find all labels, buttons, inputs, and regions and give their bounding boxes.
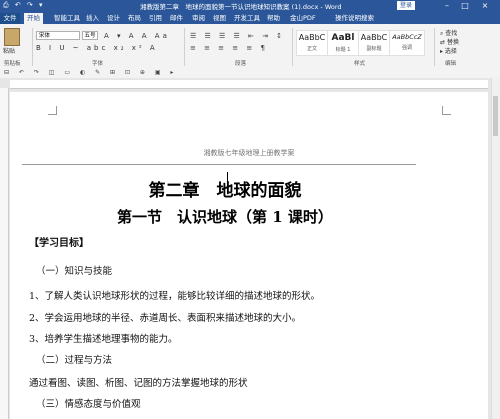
- tab-file[interactable]: 文件: [0, 13, 20, 24]
- page-header: 湘教版七年级地理上册教学案: [203, 149, 295, 157]
- document-page[interactable]: 湘教版七年级地理上册教学案 第二章 地球的面貌 第一节 认识地球（第 1 课时）…: [10, 92, 488, 419]
- select-button[interactable]: ▸ 选择: [440, 46, 457, 55]
- divider: [32, 28, 33, 66]
- style-name: 标题 1: [335, 47, 351, 53]
- scrollbar-thumb[interactable]: [493, 96, 498, 136]
- font-name-select[interactable]: 宋体: [36, 31, 80, 40]
- body-line: （一）知识与技能: [36, 266, 113, 277]
- style-subtitle[interactable]: AaBbC 副标题: [358, 30, 390, 56]
- divider: [292, 28, 293, 66]
- tab-references[interactable]: 引用: [149, 13, 162, 24]
- quick-access-toolbar[interactable]: ⊟ ↶ ↷ ◫ ▭ ◐ ✎ ⊞ ⊡ ⊕ ▣ ▸: [0, 68, 500, 78]
- body-line: 1、了解人类认识地球形状的过程，能够比较详细的描述地球的形状。: [29, 291, 321, 302]
- tab-mailings[interactable]: 邮件: [170, 13, 183, 24]
- paragraph-buttons-row2[interactable]: ≡ ≡ ≡ ≡ ≡ ¶: [190, 44, 268, 52]
- styles-group-label: 样式: [354, 61, 366, 67]
- style-sample: AaBl: [331, 33, 355, 43]
- font-size-buttons[interactable]: A ▾ A A Aa: [104, 32, 170, 40]
- style-emphasis[interactable]: AaBbCcZ 强调: [389, 30, 425, 56]
- learning-goals-heading: 【学习目标】: [29, 238, 89, 249]
- crop-mark: [48, 106, 57, 115]
- style-heading-1[interactable]: AaBl 标题 1: [327, 30, 359, 56]
- paste-label: 粘贴: [3, 48, 16, 55]
- body-line: 通过看图、读图、析图、记图的方法掌握地球的形状: [29, 378, 248, 389]
- login-button[interactable]: 登录: [397, 1, 415, 10]
- vertical-ruler[interactable]: [0, 88, 9, 419]
- window-title: 湘教版第二章 地球的面貌第一节认识地球知识教案 (1).docx - Word: [140, 3, 342, 11]
- select-label: 选择: [444, 48, 457, 55]
- tab-help[interactable]: 帮助: [267, 13, 280, 24]
- replace-button[interactable]: ⇄ 替换: [440, 37, 459, 46]
- style-sample: AaBbCcZ: [392, 33, 422, 41]
- quick-access-icons[interactable]: ⎙ ↶ ↷ ▾: [3, 1, 45, 10]
- format-buttons[interactable]: B I U ~ abc x₂ x² A: [36, 44, 158, 52]
- chapter-title: 第二章 地球的面貌: [148, 181, 302, 201]
- tab-wps-pdf[interactable]: 金山PDF: [290, 13, 316, 24]
- crop-mark: [442, 106, 451, 115]
- text-cursor: [227, 172, 228, 194]
- paragraph-group-label: 段落: [235, 61, 247, 67]
- editing-group-label: 编辑: [445, 61, 457, 67]
- replace-label: 替换: [446, 39, 459, 46]
- tab-smart-tools[interactable]: 智能工具: [54, 13, 80, 24]
- style-name: 强调: [401, 45, 412, 51]
- tab-home[interactable]: 开始: [24, 13, 43, 24]
- ribbon-home: 粘贴 剪贴板 宋体 五号 B I U ~ abc x₂ x² A A ▾ A A…: [0, 24, 500, 69]
- style-sample: AaBbC: [360, 33, 388, 42]
- tab-insert[interactable]: 插入: [86, 13, 99, 24]
- close-icon[interactable]: ×: [478, 0, 492, 12]
- tab-developer[interactable]: 开发工具: [234, 13, 260, 24]
- tab-layout[interactable]: 布局: [128, 13, 141, 24]
- style-name: 副标题: [366, 46, 382, 52]
- body-line: （二）过程与方法: [36, 355, 113, 366]
- title-bar: ⎙ ↶ ↷ ▾ 湘教版第二章 地球的面貌第一节认识地球知识教案 (1).docx…: [0, 0, 500, 12]
- ribbon-tabs: 文件 开始 智能工具 插入 设计 布局 引用 邮件 审阅 视图 开发工具 帮助 …: [0, 12, 500, 24]
- minimize-icon[interactable]: –: [440, 0, 454, 12]
- section-title: 第一节 认识地球（第 1 课时）: [117, 208, 333, 226]
- body-line: （三）情感态度与价值观: [36, 399, 141, 410]
- style-name: 正文: [306, 46, 317, 52]
- divider: [184, 28, 185, 66]
- style-sample: AaBbC: [298, 33, 326, 42]
- tell-me-search[interactable]: 操作说明搜索: [335, 13, 374, 24]
- divider: [434, 28, 435, 66]
- body-line: 3、培养学生描述地理事物的能力。: [29, 334, 178, 345]
- tab-view[interactable]: 视图: [213, 13, 226, 24]
- style-normal[interactable]: AaBbC 正文: [296, 30, 328, 56]
- header-rule: [22, 164, 416, 165]
- tab-review[interactable]: 审阅: [192, 13, 205, 24]
- font-group-label: 字体: [92, 61, 104, 67]
- body-line: 2、学会运用地球的半径、赤道周长、表面积来描述地球的大小。: [29, 313, 302, 324]
- font-size-select[interactable]: 五号: [82, 31, 98, 40]
- paragraph-buttons-row1[interactable]: ☰ ☰ ☰ ☰ ⇤ ⇥ ↕: [190, 32, 285, 40]
- tab-design[interactable]: 设计: [107, 13, 120, 24]
- clipboard-group-label: 剪贴板: [4, 61, 21, 67]
- maximize-icon[interactable]: □: [458, 0, 472, 12]
- find-label: 查找: [445, 30, 458, 37]
- horizontal-ruler[interactable]: [10, 80, 488, 89]
- paste-icon[interactable]: [4, 28, 20, 46]
